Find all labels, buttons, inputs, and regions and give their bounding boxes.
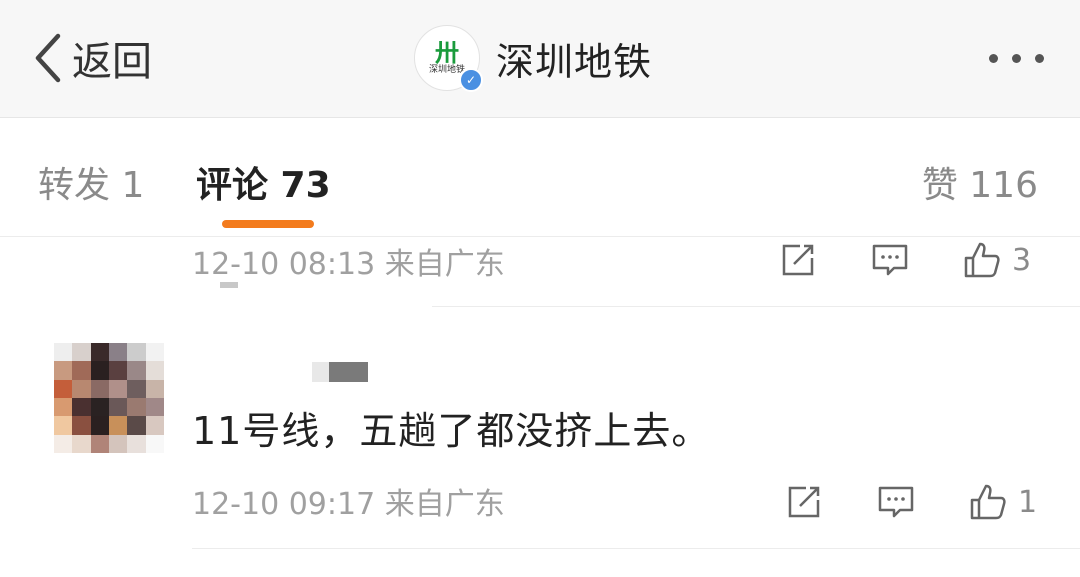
metro-logo-icon: 卅 [435, 38, 459, 67]
comment-time: 12-10 09:17 来自广东 [192, 487, 505, 522]
reply-button[interactable] [870, 240, 910, 280]
comment-time: 12-10 08:13 来自广东 [192, 247, 505, 282]
more-icon [1012, 53, 1021, 63]
verified-badge-icon: ✓ [459, 68, 483, 92]
divider [192, 548, 1080, 549]
comment-icon [872, 244, 908, 276]
comment-meta: 12-10 08:13 来自广东 [192, 236, 1052, 286]
repost-icon [788, 486, 820, 518]
comment-meta: 12-10 09:17 来自广东 [192, 476, 1052, 526]
like-count: 3 [1012, 242, 1032, 278]
repost-button[interactable] [778, 240, 818, 280]
account-title[interactable]: 卅 深圳地铁 ✓ 深圳地铁 [414, 22, 652, 94]
like-button[interactable]: 1 [968, 482, 1037, 522]
tab-likes[interactable]: 赞 116 [922, 156, 1038, 208]
more-button[interactable] [989, 40, 1044, 76]
like-button[interactable]: 3 [962, 240, 1031, 280]
avatar[interactable] [54, 343, 164, 453]
more-icon [1035, 53, 1044, 63]
tab-bar: 转发 1 评论 73 赞 116 [0, 118, 1080, 236]
like-icon [970, 484, 1006, 520]
tab-comments[interactable]: 评论 73 [196, 156, 331, 208]
account-name: 深圳地铁 [496, 39, 653, 84]
repost-button[interactable] [784, 482, 824, 522]
more-icon [989, 53, 998, 63]
back-label: 返回 [72, 39, 152, 85]
username-redacted[interactable] [312, 362, 368, 382]
comment-icon [878, 486, 914, 518]
tab-repost[interactable]: 转发 1 [38, 156, 144, 208]
redacted-mark [220, 282, 238, 288]
divider [432, 306, 1080, 307]
reply-button[interactable] [876, 482, 916, 522]
top-nav-bar: 返回 卅 深圳地铁 ✓ 深圳地铁 [0, 0, 1080, 118]
like-count: 1 [1018, 484, 1038, 520]
chevron-left-icon [35, 33, 61, 83]
account-avatar[interactable]: 卅 深圳地铁 ✓ [414, 25, 483, 92]
active-tab-indicator [222, 220, 314, 228]
like-icon [964, 242, 1000, 278]
comment-text: 11号线，五趟了都没挤上去。 [192, 409, 711, 453]
repost-icon [782, 244, 814, 276]
back-button[interactable]: 返回 [30, 28, 152, 88]
